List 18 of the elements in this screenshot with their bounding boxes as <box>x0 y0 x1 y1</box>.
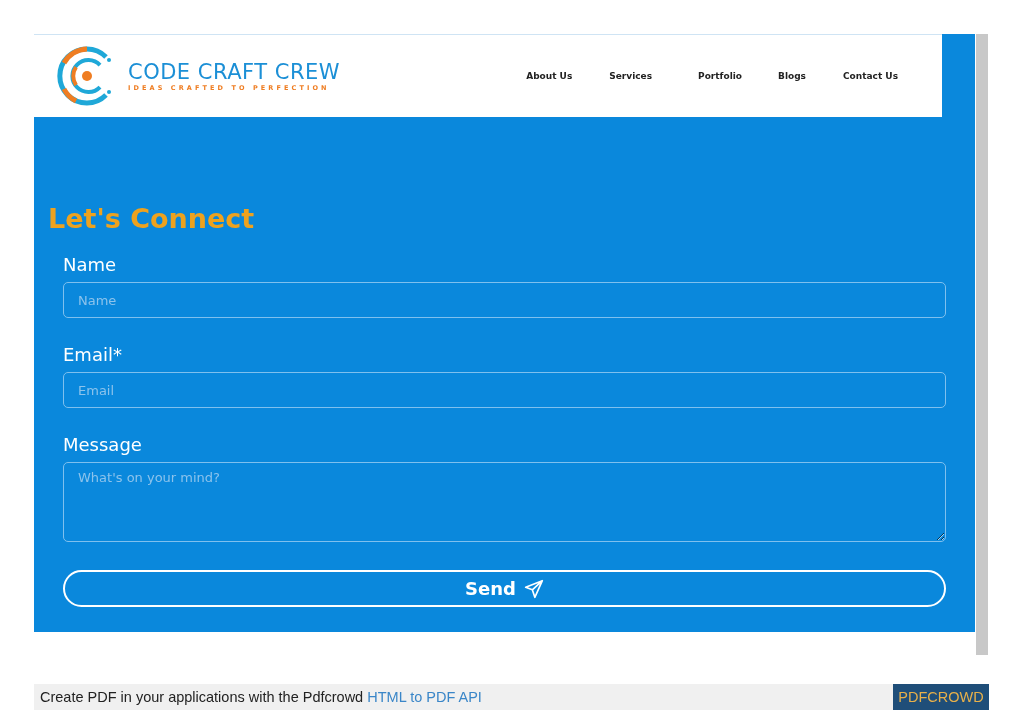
paper-plane-icon <box>523 578 544 599</box>
field-label: Name <box>63 254 118 276</box>
section-title: Let's Connect <box>48 203 256 234</box>
nav-link[interactable]: Blogs <box>778 71 806 81</box>
send-button[interactable]: Send <box>63 570 946 607</box>
scrollbar[interactable] <box>976 34 988 655</box>
input-field[interactable]: Name <box>63 282 946 318</box>
nav-link[interactable]: About Us <box>526 71 573 81</box>
field-label: Email* <box>63 344 123 366</box>
message-field[interactable]: What's on your mind? <box>63 462 946 542</box>
input-field[interactable]: Email <box>63 372 946 408</box>
pdfcrowd-badge[interactable]: PDFCROWD <box>893 684 989 710</box>
nav-link[interactable]: Contact Us <box>843 71 898 81</box>
brand-name: CODE CRAFT CREW <box>128 60 341 84</box>
footer-text: Create PDF in your applications with the Pdfcrowd HTML to PDF API <box>40 689 482 705</box>
nav-link[interactable]: Portfolio <box>698 71 743 81</box>
field-label: Message <box>63 434 143 456</box>
nav-link[interactable]: Services <box>609 71 653 81</box>
